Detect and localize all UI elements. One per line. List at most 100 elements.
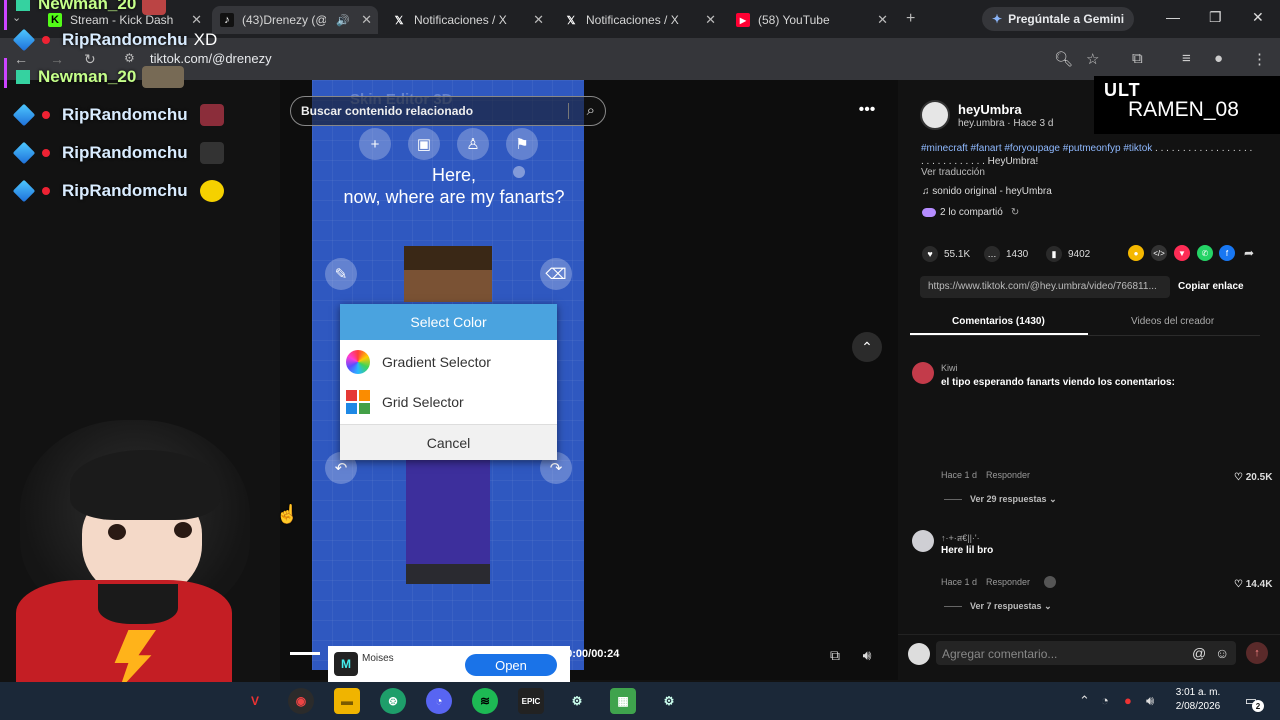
author-name[interactable]: heyUmbra: [958, 102, 1022, 117]
avatar-eye: [108, 524, 126, 540]
color-wheel-icon: [346, 350, 370, 374]
comment-button[interactable]: … 1430: [984, 246, 1028, 262]
send-icon[interactable]: ▼: [1174, 245, 1190, 261]
restore-button[interactable]: ❐: [1209, 9, 1222, 26]
tab-x-2[interactable]: 𝕏 Notificaciones / X ✕: [556, 6, 722, 34]
epic-games-icon[interactable]: EPIC: [518, 688, 544, 714]
close-window-button[interactable]: ✕: [1252, 9, 1264, 26]
close-icon[interactable]: ✕: [705, 12, 716, 28]
ad-open-button[interactable]: Open: [465, 654, 557, 676]
valorant-tray-icon[interactable]: ●: [1124, 693, 1132, 708]
previous-video-button[interactable]: ⌃: [852, 332, 882, 362]
whatsapp-icon[interactable]: ✆: [1197, 245, 1213, 261]
post-comment-button[interactable]: ↑: [1246, 642, 1268, 664]
spotify-icon[interactable]: ≋: [472, 688, 498, 714]
video-link-field[interactable]: https://www.tiktok.com/@hey.umbra/video/…: [920, 276, 1170, 298]
profile-icon[interactable]: ●: [1214, 50, 1223, 67]
facebook-icon[interactable]: f: [1219, 245, 1235, 261]
discord-tray-icon[interactable]: ◔: [1101, 693, 1109, 708]
steam-icon[interactable]: ⚙: [656, 688, 682, 714]
extensions-icon[interactable]: ⧉: [1132, 50, 1143, 67]
avatar-collar: [98, 584, 178, 624]
heart-icon: ♥: [922, 246, 938, 262]
x-icon: 𝕏: [566, 14, 576, 27]
gradient-selector-option: Gradient Selector: [340, 342, 557, 382]
share-more-icon[interactable]: ➦: [1241, 245, 1257, 261]
steam-icon[interactable]: ⚙: [564, 688, 590, 714]
video-caption-line: now, where are my fanarts?: [343, 187, 565, 207]
new-tab-button[interactable]: +: [906, 10, 915, 28]
copy-link-button[interactable]: Copiar enlace: [1178, 281, 1244, 292]
author-avatar[interactable]: [920, 100, 950, 130]
like-button[interactable]: ♥ 55.1K: [922, 246, 970, 262]
embed-icon[interactable]: </>: [1151, 245, 1167, 261]
comment-count: 1430: [1006, 248, 1029, 260]
shirt-tool-icon: ⚑: [506, 128, 538, 160]
search-icon[interactable]: ⌕: [587, 102, 595, 119]
view-replies-label: Ver 29 respuestas: [970, 494, 1047, 504]
author-handle: hey.umbra · Hace 3 d: [958, 118, 1054, 129]
close-icon[interactable]: ✕: [361, 12, 372, 28]
file-explorer-icon[interactable]: ▬: [334, 688, 360, 714]
gemini-button[interactable]: ✦ Pregúntale a Gemini: [982, 7, 1135, 31]
related-search-placeholder[interactable]: Buscar contenido relacionado: [301, 104, 473, 118]
comment-like-button[interactable]: ♡ 20.5K: [1234, 472, 1272, 483]
valorant-icon[interactable]: V: [242, 688, 268, 714]
media-icon[interactable]: ≡: [1182, 50, 1191, 67]
comment-input-placeholder[interactable]: Agregar comentario...: [942, 647, 1057, 661]
screen: ⌄ K Stream - Kick Dashbo ✕ ♪ (43)Drenezy…: [0, 0, 1280, 720]
dot-badge-icon: [42, 111, 50, 119]
mention-icon[interactable]: @: [1192, 645, 1206, 661]
comment-like-button[interactable]: ♡ 14.4K: [1234, 579, 1272, 590]
commenter-name[interactable]: ↑·+·ส€||·'·: [941, 531, 980, 545]
view-replies-button[interactable]: Ver 7 respuestas ⌄: [944, 601, 1052, 612]
related-search[interactable]: Buscar contenido relacionado ⌕: [290, 96, 606, 126]
more-options-icon[interactable]: •••: [852, 96, 882, 124]
chat-message: RipRandomchu: [12, 103, 224, 127]
emote-icon: [199, 180, 224, 202]
menu-icon[interactable]: ⋮: [1252, 50, 1267, 68]
discord-icon[interactable]: ◔: [426, 688, 452, 714]
sound-link[interactable]: ♫ sonido original - heyUmbra: [922, 186, 1052, 197]
tab-creator-videos[interactable]: Videos del creador: [1131, 316, 1214, 327]
taskbar-clock[interactable]: 3:01 a. m. 2/08/2026: [1170, 686, 1226, 714]
minecraft-icon[interactable]: ▦: [610, 688, 636, 714]
video-progress-bar[interactable]: [290, 652, 320, 655]
close-icon[interactable]: ✕: [877, 12, 888, 28]
close-icon[interactable]: ✕: [533, 12, 544, 28]
reply-button[interactable]: Responder: [986, 577, 1030, 587]
obs-icon[interactable]: ◉: [288, 688, 314, 714]
save-tool-icon: ▣: [408, 128, 440, 160]
tab-x-1[interactable]: 𝕏 Notificaciones / X ✕: [384, 6, 550, 34]
tray-expand-icon[interactable]: ⌃: [1079, 693, 1090, 709]
caption-tags[interactable]: #minecraft #fanart #foryoupage #putmeonf…: [921, 143, 1152, 154]
volume-tray-icon[interactable]: 🔊︎: [1146, 693, 1154, 709]
minimize-button[interactable]: —: [1166, 9, 1180, 25]
grid-selector-option: Grid Selector: [340, 382, 557, 422]
volume-icon[interactable]: 🔊︎: [854, 644, 880, 666]
bookmark-star-icon[interactable]: ☆: [1086, 50, 1099, 68]
comment-text: Here lil bro: [941, 545, 994, 556]
xbox-icon[interactable]: ⊛: [380, 688, 406, 714]
translate-link[interactable]: Ver traducción: [921, 167, 985, 178]
reply-button[interactable]: Responder: [986, 470, 1030, 480]
commenter-avatar[interactable]: [912, 530, 934, 552]
tab-youtube[interactable]: ▶ (58) YouTube ✕: [728, 6, 894, 34]
share-repost-icon[interactable]: ●: [1128, 245, 1144, 261]
commenter-name[interactable]: Kiwi: [941, 363, 958, 373]
view-replies-button[interactable]: Ver 29 respuestas ⌄: [944, 494, 1057, 505]
minecraft-skin-legs: [406, 564, 490, 584]
zoom-icon[interactable]: 🔍︎: [1054, 50, 1073, 68]
comment-icon: …: [984, 246, 1000, 262]
tab-comments[interactable]: Comentarios (1430): [952, 316, 1045, 327]
emoji-icon[interactable]: ☺: [1215, 645, 1229, 661]
post-caption: #minecraft #fanart #foryoupage #putmeonf…: [921, 142, 1255, 168]
speaker-icon[interactable]: 🔊: [336, 14, 350, 27]
save-button[interactable]: ▮ 9402: [1046, 246, 1090, 262]
emote-icon: [199, 104, 224, 126]
pip-icon[interactable]: ⧉: [822, 644, 848, 666]
comment-text: el tipo esperando fanarts viendo los con…: [941, 377, 1175, 388]
app-ad-banner[interactable]: M Moises Open: [328, 646, 570, 682]
dialog-title: Select Color: [340, 304, 557, 340]
commenter-avatar[interactable]: [912, 362, 934, 384]
